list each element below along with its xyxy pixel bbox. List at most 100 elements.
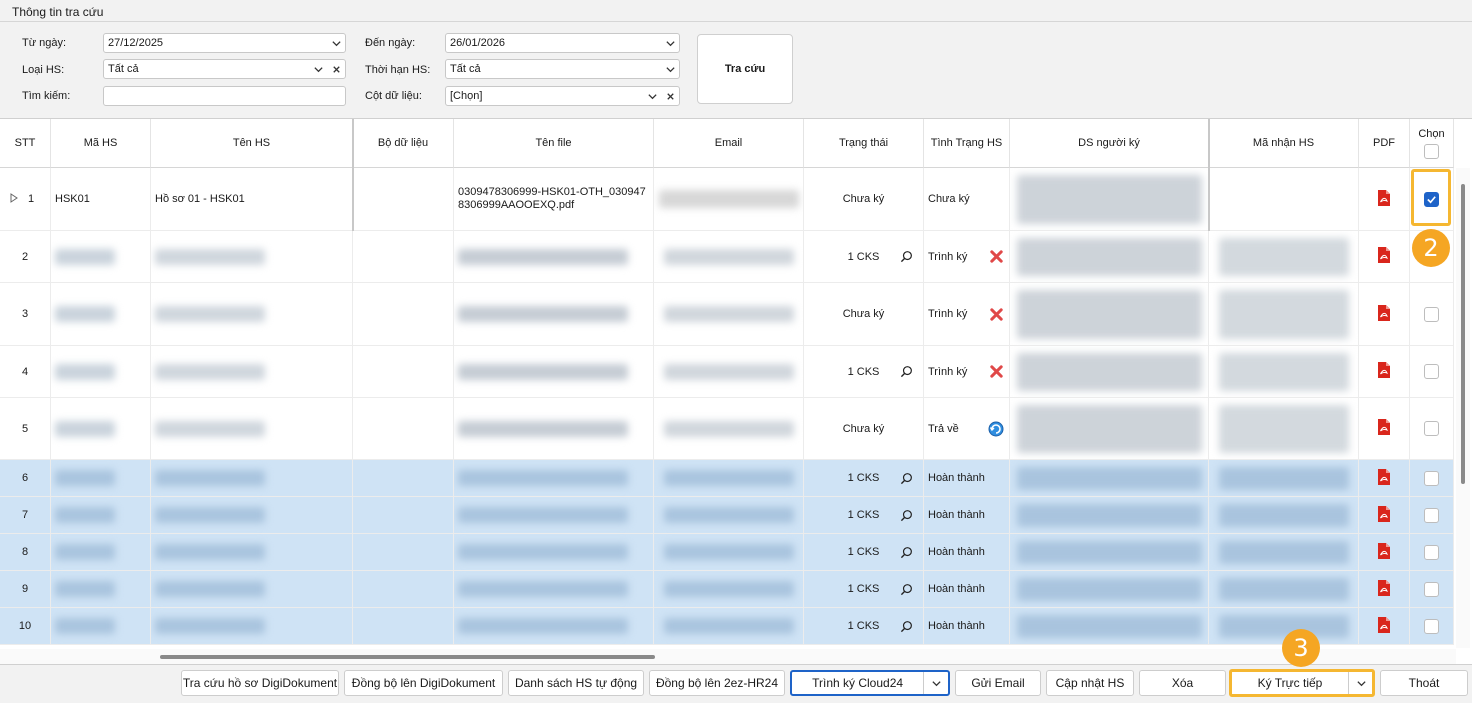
row-number-cell: 3 [0,283,51,346]
return-icon[interactable] [988,421,1004,440]
column-header-pdf[interactable]: PDF [1359,119,1410,168]
pdf-icon[interactable] [1376,579,1392,600]
row-checkbox[interactable] [1424,618,1439,634]
column-header-email[interactable]: Email [654,119,804,168]
lookup-digidokument-button[interactable]: Tra cứu hồ sơ DigiDokument [181,670,339,696]
row-checkbox[interactable] [1424,544,1439,560]
sync-2ez-button[interactable]: Đồng bộ lên 2ez-HR24 [649,670,785,696]
results-table: STT Mã HS Tên HS Bộ dữ liệu Tên file Email Trạ… [0,118,1472,664]
search-icon[interactable] [900,472,913,488]
columns-select[interactable]: [Chọn] [445,86,680,106]
redacted-value [155,363,265,380]
cloud24-split-button[interactable]: Trình ký Cloud24 [790,670,950,696]
search-icon[interactable] [900,250,913,266]
tinh-trang-value: Trả về [928,422,959,435]
red-x-icon[interactable] [989,249,1004,267]
clear-icon[interactable] [661,87,679,105]
exit-button[interactable]: Thoát [1380,670,1468,696]
pdf-icon[interactable] [1376,418,1392,439]
column-header-ds-nguoi-ky[interactable]: DS người ký [1010,119,1209,168]
chevron-down-icon[interactable] [661,60,679,78]
chevron-down-icon[interactable] [924,678,948,689]
column-splitter[interactable] [352,119,354,231]
search-icon[interactable] [900,583,913,599]
auto-list-button[interactable]: Danh sách HS tự động [508,670,644,696]
horizontal-scroll-thumb[interactable] [160,655,655,659]
redacted-value [458,306,628,322]
pdf-icon[interactable] [1376,468,1392,489]
email-cell [654,534,804,571]
pdf-icon[interactable] [1376,361,1392,382]
pdf-icon[interactable] [1376,616,1392,637]
ten-file-cell: 0309478306999-HSK01-OTH_0309478306999AAO… [454,168,654,231]
redacted-value [663,248,794,265]
column-header-tinh-trang-hs[interactable]: Tình Trạng HS [924,119,1010,168]
email-cell [654,460,804,497]
row-indicator-icon [10,192,18,206]
chevron-down-icon[interactable] [661,34,679,52]
to-date-picker[interactable]: 26/01/2026 [445,33,680,53]
ma-nhan-hs-cell [1209,231,1359,283]
row-checkbox[interactable] [1424,421,1439,436]
ma-nhan-hs-cell [1209,534,1359,571]
redacted-value [155,507,265,523]
header-divider [0,21,1472,22]
row-number: 4 [21,365,29,378]
type-select[interactable]: Tất cả [103,59,346,79]
vertical-scrollbar[interactable] [1456,168,1470,648]
pdf-icon[interactable] [1376,505,1392,526]
redacted-value [1016,540,1202,564]
row-checkbox[interactable] [1424,507,1439,523]
column-header-chon[interactable]: Chọn [1410,119,1454,168]
search-icon[interactable] [900,365,913,381]
search-button[interactable]: Tra cứu [697,34,793,104]
row-checkbox[interactable] [1424,364,1439,379]
column-header-ten-file[interactable]: Tên file [454,119,654,168]
pdf-icon[interactable] [1376,246,1392,267]
pdf-icon[interactable] [1376,542,1392,563]
select-all-checkbox[interactable] [1424,143,1439,159]
row-checkbox[interactable] [1424,306,1439,322]
red-x-icon[interactable] [989,307,1004,325]
row-number: 5 [21,422,29,435]
redacted-value [663,544,794,560]
delete-button[interactable]: Xóa [1139,670,1226,696]
redacted-value [458,363,628,380]
search-input[interactable] [103,86,346,106]
column-header-bo-du-lieu[interactable]: Bộ dữ liệu [353,119,454,168]
ten-hs-cell [151,497,353,534]
redacted-value [1016,237,1202,276]
sync-digidokument-button[interactable]: Đồng bộ lên DigiDokument [344,670,503,696]
column-splitter[interactable] [1208,119,1210,231]
red-x-icon[interactable] [989,364,1004,382]
column-header-ma-nhan-hs[interactable]: Mã nhận HS [1209,119,1359,168]
row-checkbox[interactable] [1424,470,1439,486]
chevron-down-icon[interactable] [643,87,661,105]
column-header-trang-thai[interactable]: Trạng thái [804,119,924,168]
clear-icon[interactable] [327,60,345,78]
chon-cell [1410,283,1454,346]
tinh-trang-cell: Chưa ký [924,168,1010,231]
search-icon[interactable] [900,546,913,562]
term-label: Thời hạn HS: [365,64,431,76]
from-date-picker[interactable]: 27/12/2025 [103,33,346,53]
search-icon[interactable] [900,620,913,636]
chevron-down-icon[interactable] [309,60,327,78]
chevron-down-icon[interactable] [327,34,345,52]
pdf-icon[interactable] [1376,189,1392,210]
column-header-stt[interactable]: STT [0,119,51,168]
horizontal-scrollbar[interactable] [0,649,1456,664]
term-select[interactable]: Tất cả [445,59,680,79]
email-cell [654,231,804,283]
ma-nhan-hs-cell [1209,571,1359,608]
search-icon[interactable] [900,509,913,525]
from-date-value: 27/12/2025 [108,37,164,49]
update-button[interactable]: Cập nhật HS [1046,670,1134,696]
ds-nguoi-ky-cell [1010,283,1209,346]
column-header-ma-hs[interactable]: Mã HS [51,119,151,168]
pdf-icon[interactable] [1376,304,1392,325]
vertical-scroll-thumb[interactable] [1461,184,1465,484]
row-checkbox[interactable] [1424,581,1439,597]
column-header-ten-hs[interactable]: Tên HS [151,119,353,168]
send-email-button[interactable]: Gửi Email [955,670,1041,696]
